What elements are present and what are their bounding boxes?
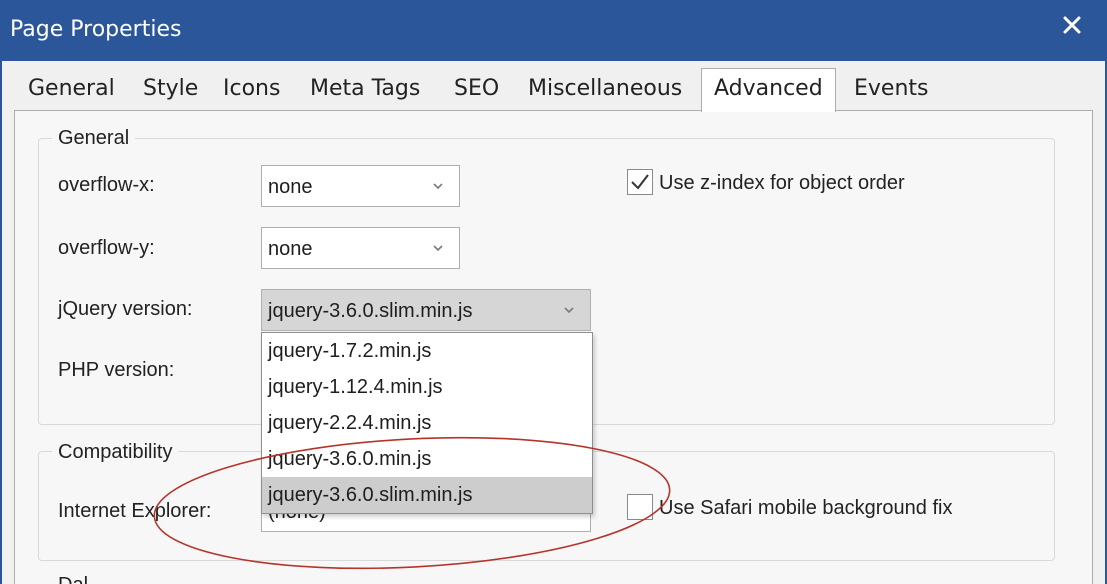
jquery-version-select[interactable]: jquery-3.6.0.slim.min.js	[261, 289, 591, 331]
jquery-option[interactable]: jquery-1.12.4.min.js	[262, 369, 592, 405]
jquery-option[interactable]: jquery-2.2.4.min.js	[262, 405, 592, 441]
tab-miscellaneous[interactable]: Miscellaneous	[528, 69, 682, 109]
safari-fix-checkbox[interactable]	[627, 494, 653, 520]
safari-fix-label: Use Safari mobile background fix	[659, 497, 953, 519]
compatibility-group-title: Compatibility	[52, 441, 179, 464]
close-button[interactable]	[1037, 0, 1107, 50]
chevron-down-icon	[433, 245, 443, 252]
general-group-title: General	[52, 127, 136, 150]
jquery-version-value: jquery-3.6.0.slim.min.js	[268, 300, 473, 322]
window-title: Page Properties	[10, 17, 182, 42]
tab-seo[interactable]: SEO	[454, 69, 499, 109]
overflow-y-value: none	[268, 238, 313, 260]
tab-meta-tags[interactable]: Meta Tags	[310, 69, 420, 109]
jquery-version-dropdown: jquery-1.7.2.min.js jquery-1.12.4.min.js…	[261, 332, 593, 514]
tab-style[interactable]: Style	[143, 69, 198, 109]
next-group-title: Dal	[52, 574, 95, 584]
tab-general[interactable]: General	[28, 69, 115, 109]
zindex-label: Use z-index for object order	[659, 172, 905, 194]
tab-icons[interactable]: Icons	[223, 69, 280, 109]
internet-explorer-label: Internet Explorer:	[58, 500, 212, 522]
overflow-x-label: overflow-x:	[58, 174, 155, 196]
tab-advanced[interactable]: Advanced	[701, 68, 836, 112]
overflow-y-select[interactable]: none	[261, 227, 460, 269]
jquery-version-label: jQuery version:	[58, 298, 193, 320]
zindex-checkbox[interactable]	[627, 169, 653, 195]
title-bar: Page Properties	[0, 0, 1107, 61]
chevron-down-icon	[564, 307, 574, 314]
overflow-x-select[interactable]: none	[261, 165, 460, 207]
overflow-y-label: overflow-y:	[58, 237, 155, 259]
php-version-label: PHP version:	[58, 359, 175, 381]
chevron-down-icon	[433, 183, 443, 190]
close-icon	[1063, 16, 1081, 34]
jquery-option[interactable]: jquery-3.6.0.min.js	[262, 441, 592, 477]
overflow-x-value: none	[268, 176, 313, 198]
tab-events[interactable]: Events	[854, 69, 929, 109]
checkmark-icon	[631, 174, 649, 190]
jquery-option[interactable]: jquery-1.7.2.min.js	[262, 333, 592, 369]
window-frame-left	[0, 61, 2, 584]
jquery-option-selected[interactable]: jquery-3.6.0.slim.min.js	[262, 477, 592, 513]
